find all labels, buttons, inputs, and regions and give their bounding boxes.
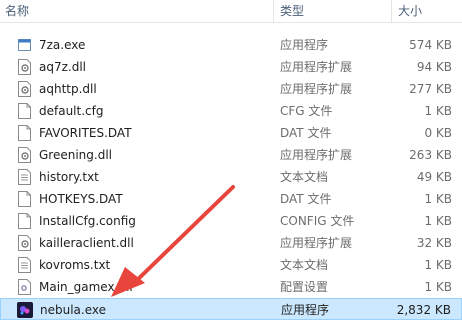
file-type: 应用程序 xyxy=(280,38,329,52)
file-row[interactable]: 7za.exe 应用程序 574 KB xyxy=(0,34,462,56)
file-row[interactable]: aqhttp.dll 应用程序扩展 277 KB xyxy=(0,78,462,100)
text-file-icon xyxy=(18,169,31,185)
file-name: FAVORITES.DAT xyxy=(39,126,132,140)
file-size: 94 KB xyxy=(416,60,452,74)
file-type: 文本文档 xyxy=(280,258,329,272)
file-type: DAT 文件 xyxy=(280,192,332,206)
file-type: CFG 文件 xyxy=(280,104,333,118)
column-divider[interactable] xyxy=(391,0,392,22)
file-size: 1 KB xyxy=(424,192,452,206)
file-icon xyxy=(18,103,31,119)
file-size: 2,832 KB xyxy=(396,303,451,317)
file-size: 1 KB xyxy=(424,214,452,228)
file-row[interactable]: default.cfg CFG 文件 1 KB xyxy=(0,100,462,122)
file-name: kovroms.txt xyxy=(39,258,111,272)
file-name: aq7z.dll xyxy=(39,60,87,74)
file-name: kailleraclient.dll xyxy=(39,236,134,250)
dll-icon xyxy=(18,81,31,97)
exe-icon xyxy=(18,37,31,53)
file-name: HOTKEYS.DAT xyxy=(39,192,123,206)
file-row[interactable]: Main_gamex.ini 配置设置 1 KB xyxy=(0,276,462,298)
dll-icon xyxy=(18,59,31,75)
nebula-app-icon xyxy=(17,302,33,318)
file-size: 277 KB xyxy=(409,82,452,96)
file-size: 0 KB xyxy=(424,126,452,140)
file-row[interactable]: HOTKEYS.DAT DAT 文件 1 KB xyxy=(0,188,462,210)
file-icon xyxy=(18,213,31,229)
file-icon xyxy=(18,125,31,141)
file-name: Main_gamex.ini xyxy=(39,280,133,294)
column-size-header[interactable]: 大小 xyxy=(398,2,422,20)
file-type: 应用程序扩展 xyxy=(280,236,353,250)
file-size: 1 KB xyxy=(424,258,452,272)
dll-icon xyxy=(18,235,31,251)
file-row[interactable]: kailleraclient.dll 应用程序扩展 32 KB xyxy=(0,232,462,254)
file-size: 32 KB xyxy=(416,236,452,250)
file-name: 7za.exe xyxy=(39,38,86,52)
file-name: default.cfg xyxy=(39,104,104,118)
dll-icon xyxy=(18,147,31,163)
file-type: 配置设置 xyxy=(280,280,329,294)
file-row-selected[interactable]: nebula.exe 应用程序 2,832 KB xyxy=(0,298,462,320)
file-row[interactable]: history.txt 文本文档 49 KB xyxy=(0,166,462,188)
file-row[interactable]: aq7z.dll 应用程序扩展 94 KB xyxy=(0,56,462,78)
file-name: Greening.dll xyxy=(39,148,112,162)
file-type: 应用程序扩展 xyxy=(280,82,353,96)
file-size: 1 KB xyxy=(424,104,452,118)
column-header: 名称 类型 大小 xyxy=(0,0,462,23)
file-icon xyxy=(18,191,31,207)
file-row[interactable]: Greening.dll 应用程序扩展 263 KB xyxy=(0,144,462,166)
file-size: 574 KB xyxy=(409,38,452,52)
file-type: 应用程序扩展 xyxy=(280,60,353,74)
text-file-icon xyxy=(18,257,31,273)
ini-icon xyxy=(18,279,31,295)
file-name: history.txt xyxy=(39,170,99,184)
column-divider[interactable] xyxy=(273,0,274,22)
file-type: DAT 文件 xyxy=(280,126,332,140)
file-type: CONFIG 文件 xyxy=(280,214,355,228)
file-size: 1 KB xyxy=(424,280,452,294)
file-type: 应用程序 xyxy=(281,303,330,317)
file-type: 应用程序扩展 xyxy=(280,148,353,162)
file-name: nebula.exe xyxy=(40,303,106,317)
file-type: 文本文档 xyxy=(280,170,329,184)
file-name: aqhttp.dll xyxy=(39,82,97,96)
file-name: InstallCfg.config xyxy=(39,214,136,228)
file-size: 49 KB xyxy=(416,170,452,184)
column-name-header[interactable]: 名称 xyxy=(5,2,29,20)
file-size: 263 KB xyxy=(409,148,452,162)
column-type-header[interactable]: 类型 xyxy=(280,2,304,20)
file-row[interactable]: FAVORITES.DAT DAT 文件 0 KB xyxy=(0,122,462,144)
file-row[interactable]: InstallCfg.config CONFIG 文件 1 KB xyxy=(0,210,462,232)
file-row[interactable]: kovroms.txt 文本文档 1 KB xyxy=(0,254,462,276)
